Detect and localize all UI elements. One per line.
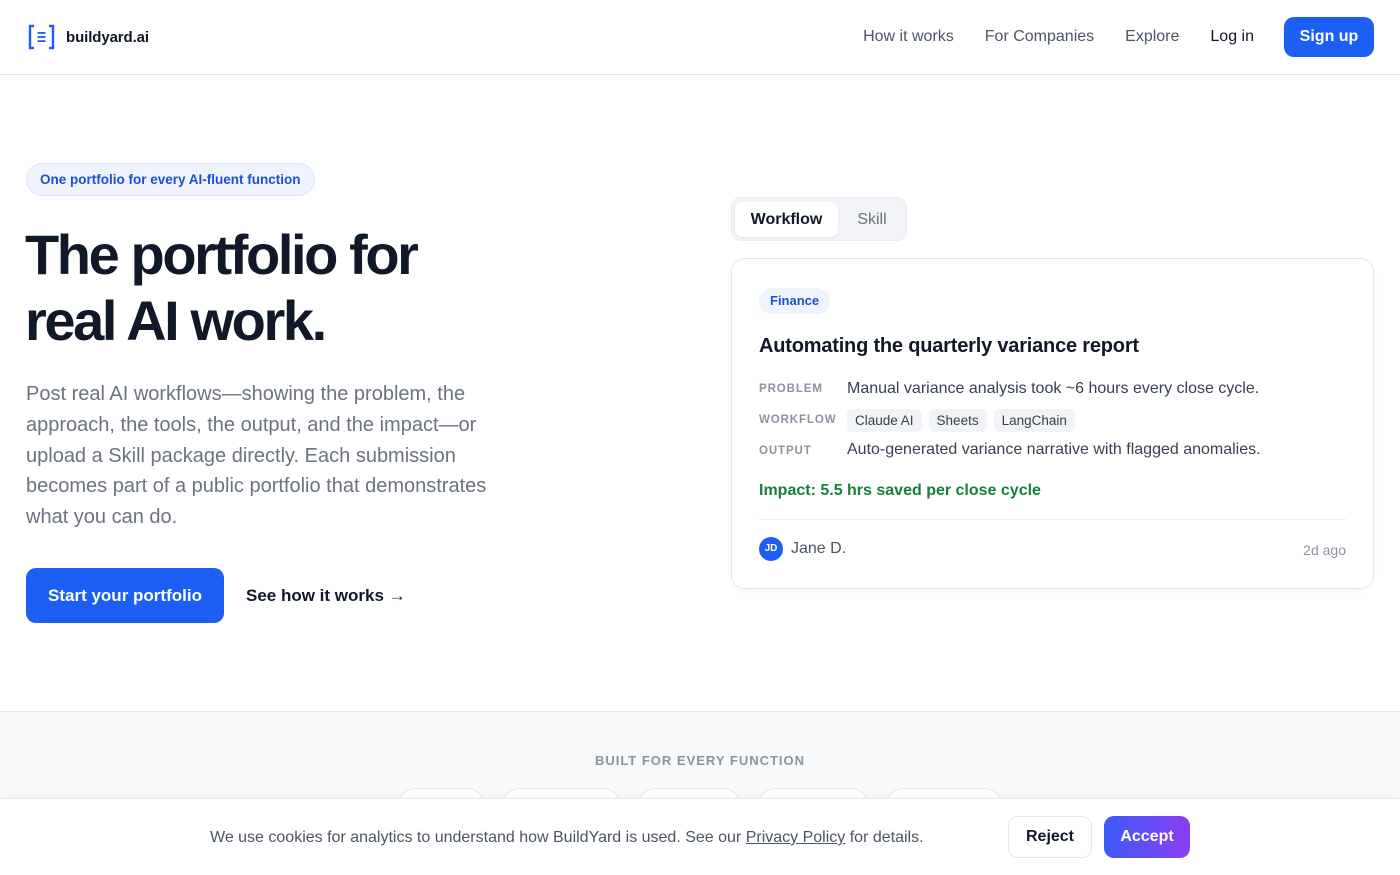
- tool-chips: Claude AI Sheets LangChain: [847, 409, 1075, 432]
- hero-title: The portfolio for real AI work.: [25, 222, 585, 354]
- cookie-text-after: for details.: [845, 829, 924, 846]
- site-header: buildyard.ai How it works For Companies …: [0, 0, 1400, 75]
- bracket-list-icon: [28, 24, 55, 50]
- output-label: OUTPUT: [759, 445, 812, 457]
- brand-logo[interactable]: buildyard.ai: [28, 24, 149, 50]
- functions-title: BUILT FOR EVERY FUNCTION: [594, 753, 806, 768]
- signup-button[interactable]: Sign up: [1284, 17, 1374, 57]
- tool-chip: LangChain: [993, 409, 1075, 432]
- post-time: 2d ago: [1303, 542, 1346, 558]
- author-name: Jane D.: [791, 540, 847, 557]
- nav-explore[interactable]: Explore: [1125, 17, 1179, 57]
- login-link[interactable]: Log in: [1210, 17, 1254, 57]
- cookie-banner: We use cookies for analytics to understa…: [0, 798, 1400, 875]
- card-title: Automating the quarterly variance report: [759, 335, 1139, 357]
- card-divider: [759, 519, 1346, 520]
- problem-label: PROBLEM: [759, 383, 823, 395]
- output-text: Auto-generated variance narrative with f…: [847, 441, 1261, 458]
- avatar: JD: [759, 537, 783, 561]
- tool-chip: Sheets: [928, 409, 987, 432]
- problem-text: Manual variance analysis took ~6 hours e…: [847, 380, 1260, 397]
- cookie-text-before: We use cookies for analytics to understa…: [210, 829, 746, 846]
- category-tag: Finance: [759, 288, 831, 314]
- reject-button[interactable]: Reject: [1008, 816, 1092, 858]
- hero-description: Post real AI workflows—showing the probl…: [26, 383, 487, 529]
- accept-button[interactable]: Accept: [1104, 816, 1190, 858]
- tool-chip: Claude AI: [847, 409, 922, 432]
- hero-title-line-2: real AI work.: [25, 289, 327, 352]
- main-nav: How it works For Companies Explore Log i…: [863, 17, 1374, 57]
- nav-for-companies[interactable]: For Companies: [985, 17, 1094, 57]
- see-how-it-works-link[interactable]: See how it works →: [246, 584, 406, 608]
- brand-name: buildyard.ai: [66, 28, 149, 46]
- impact-text: Impact: 5.5 hrs saved per close cycle: [759, 482, 1041, 499]
- workflow-skill-toggle: Workflow Skill: [731, 197, 907, 241]
- nav-how-it-works[interactable]: How it works: [863, 17, 954, 57]
- workflow-card[interactable]: Finance Automating the quarterly varianc…: [731, 258, 1374, 589]
- start-portfolio-button[interactable]: Start your portfolio: [26, 568, 224, 623]
- hero-title-line-1: The portfolio for: [25, 223, 419, 286]
- toggle-workflow[interactable]: Workflow: [735, 202, 838, 237]
- hero-pill: One portfolio for every AI-fluent functi…: [26, 163, 315, 196]
- cookie-message: We use cookies for analytics to understa…: [210, 827, 924, 849]
- workflow-label: WORKFLOW: [759, 414, 837, 426]
- privacy-policy-link[interactable]: Privacy Policy: [746, 829, 846, 846]
- toggle-skill[interactable]: Skill: [840, 202, 904, 237]
